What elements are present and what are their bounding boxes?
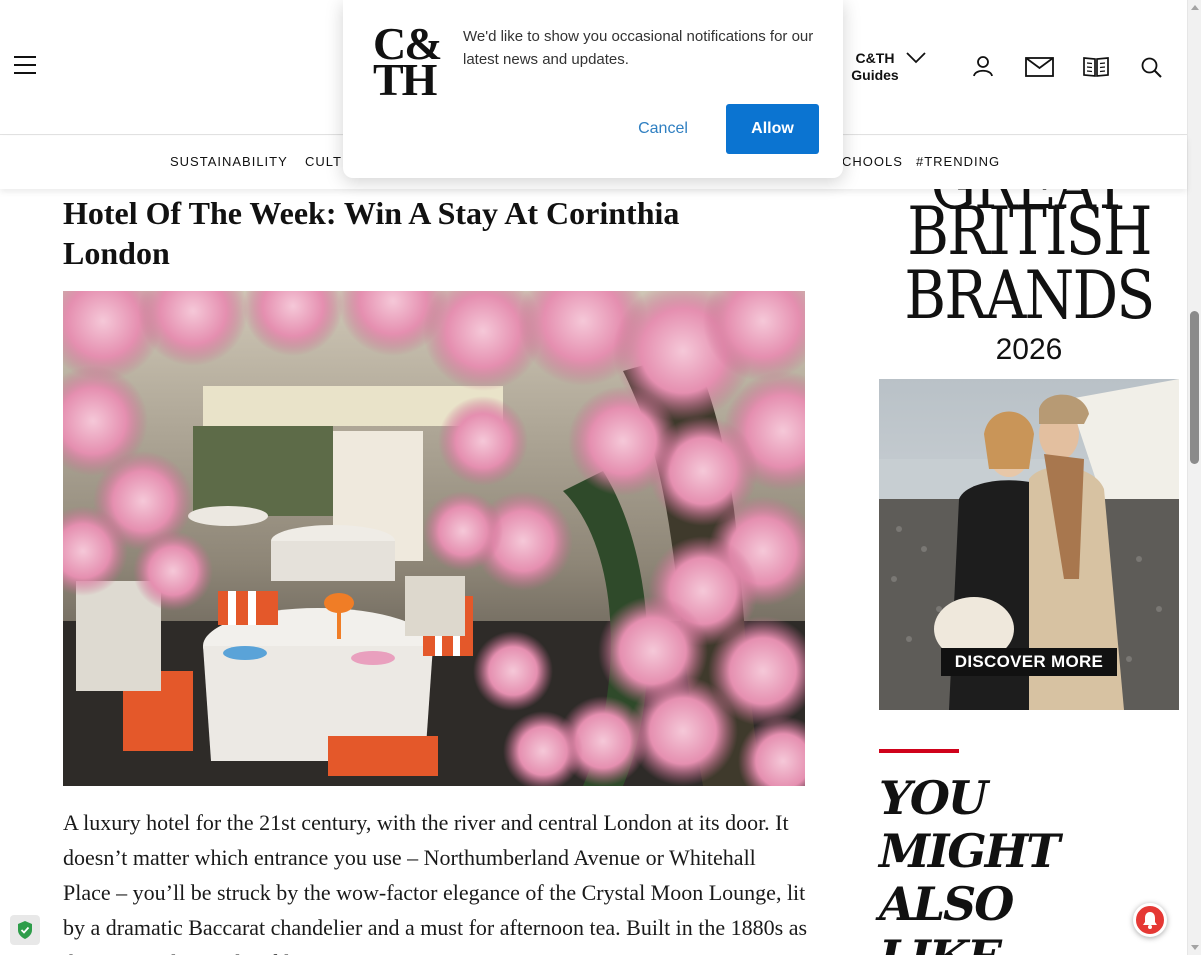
ad-title-line3: BRANDS [904, 257, 1155, 334]
allow-button[interactable]: Allow [726, 104, 819, 154]
article-body: A luxury hotel for the 21st century, wit… [63, 810, 808, 955]
cancel-button[interactable]: Cancel [623, 104, 703, 154]
nav-item-culture[interactable]: CULT [305, 154, 342, 169]
section-divider [879, 749, 959, 753]
scroll-down-arrow[interactable] [1191, 945, 1199, 950]
ad-discover-more-button[interactable]: DISCOVER MORE [941, 648, 1117, 676]
yml-line3: ALSO [879, 877, 1014, 931]
nav-item-trending[interactable]: #TRENDING [916, 154, 1000, 169]
yml-line4: LIKE [879, 931, 1139, 955]
nav-item-schools[interactable]: CHOOLS [842, 154, 903, 169]
yml-line2: MIGHT [879, 824, 1060, 878]
scroll-up-arrow[interactable] [1191, 5, 1199, 10]
guides-label: C&TH Guides [851, 50, 899, 83]
magazine-icon[interactable] [1083, 56, 1109, 78]
popup-message: We'd like to show you occasional notific… [463, 28, 814, 68]
hero-image [63, 291, 805, 786]
notification-permission-popup: C& TH We'd like to show you occasional n… [343, 0, 843, 178]
user-icon[interactable] [971, 54, 995, 78]
you-might-also-like-heading: YOU MIGHT ALSO LIKE [879, 772, 1139, 955]
ad-year: 2026 [995, 333, 1063, 366]
chevron-down-icon [906, 52, 926, 64]
scroll-thumb[interactable] [1190, 311, 1199, 464]
cth-logo: C& TH [373, 21, 445, 105]
nav-item-sustainability[interactable]: SUSTAINABILITY [170, 154, 288, 169]
article-title: Hotel Of The Week: Win A Stay At Corinth… [63, 195, 680, 271]
page-scrollbar[interactable] [1187, 0, 1201, 955]
search-icon[interactable] [1141, 57, 1162, 78]
guides-dropdown[interactable]: C&TH Guides [850, 50, 926, 84]
yml-line1: YOU [879, 771, 988, 825]
logo-line2: TH [373, 54, 437, 105]
sidebar-advert[interactable]: GREAT BRITISH BRANDS 2026 [879, 189, 1179, 710]
bell-icon[interactable] [1133, 903, 1167, 937]
ad-title-line2: BRITISH [907, 193, 1152, 270]
shield-icon[interactable] [10, 915, 40, 945]
menu-icon[interactable] [14, 56, 36, 76]
mail-icon[interactable] [1025, 57, 1054, 77]
